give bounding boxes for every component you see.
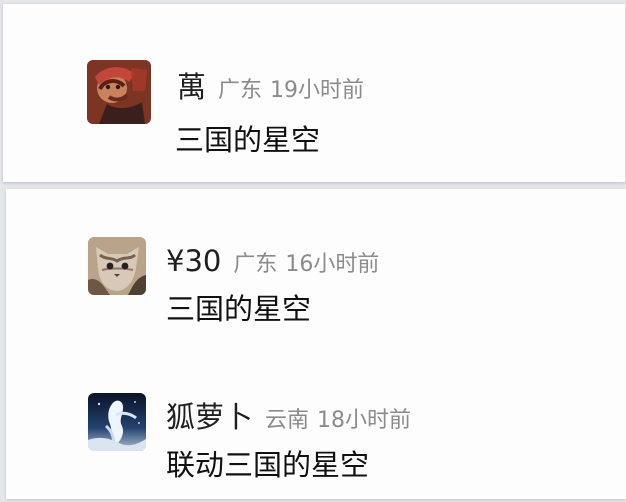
comment-text: 三国的星空: [166, 292, 312, 326]
username[interactable]: 萬: [177, 70, 206, 104]
username[interactable]: 狐萝卜: [166, 400, 253, 434]
comment-text: 三国的星空: [175, 123, 321, 157]
user-avatar[interactable]: [87, 60, 151, 124]
comment-text: 联动三国的星空: [166, 448, 370, 482]
user-avatar[interactable]: [88, 393, 146, 451]
user-region: 广东: [218, 78, 263, 103]
user-region: 云南: [265, 408, 310, 433]
comment-meta: ¥30 广东 16小时前: [166, 247, 379, 276]
comment-card: 萬广东 19小时前 三国的星空: [3, 4, 625, 182]
cat-icon: [88, 237, 146, 295]
user-avatar[interactable]: [88, 237, 146, 295]
comment-item: 狐萝卜 云南 18小时前 联动三国的星空: [88, 393, 608, 493]
user-region: 广东: [233, 252, 278, 277]
comment-meta: 萬广东 19小时前: [177, 73, 364, 102]
comment-meta: 狐萝卜 云南 18小时前: [166, 403, 411, 432]
comment-item: 萬广东 19小时前 三国的星空: [87, 60, 607, 170]
man-portrait-icon: [87, 60, 151, 124]
comment-time: 16小时前: [285, 252, 380, 277]
white-statue-icon: [88, 393, 146, 451]
username[interactable]: ¥30: [166, 244, 221, 278]
comment-time: 18小时前: [317, 408, 412, 433]
comment-item: ¥30 广东 16小时前 三国的星空: [88, 237, 608, 337]
comment-time: 19小时前: [270, 78, 365, 103]
comment-card: ¥30 广东 16小时前 三国的星空 狐萝卜 云南 18小时前 联动三国的星空: [6, 189, 626, 499]
